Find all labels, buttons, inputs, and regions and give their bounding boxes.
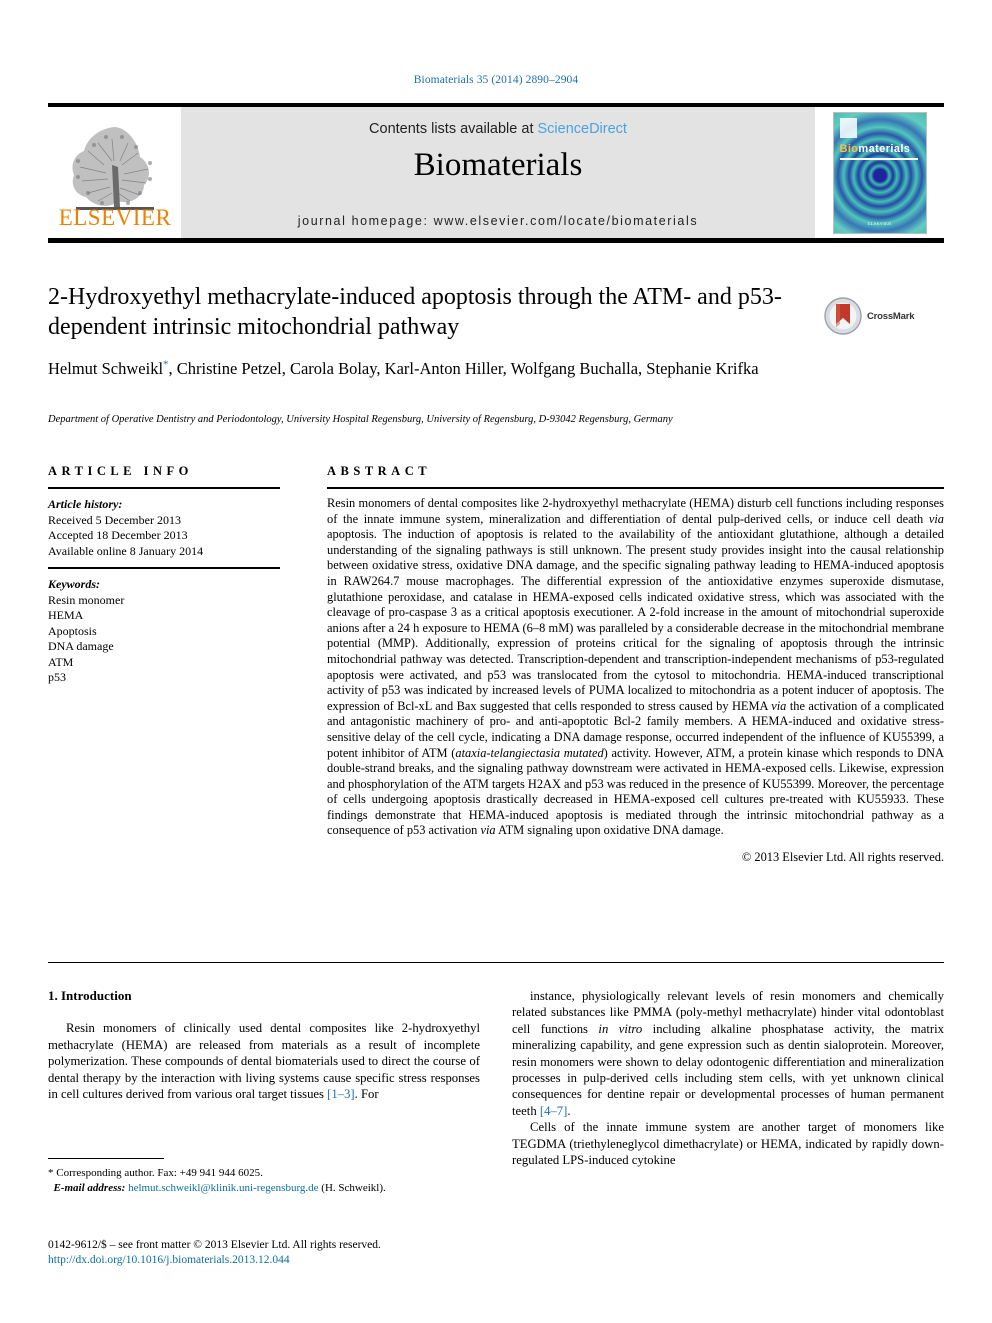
history-item: Accepted 18 December 2013	[48, 528, 188, 542]
abstract-text: Resin monomers of dental composites like…	[327, 496, 944, 839]
article-title: 2-Hydroxyethyl methacrylate-induced apop…	[48, 284, 782, 340]
journal-homepage-line[interactable]: journal homepage: www.elsevier.com/locat…	[181, 214, 815, 228]
publisher-logo-area: ELSEVIER	[48, 107, 181, 238]
text-run: apoptosis. The induction of apoptosis is…	[327, 527, 944, 713]
section-heading-introduction: 1. Introduction	[48, 988, 132, 1003]
email-owner: (H. Schweikl).	[321, 1181, 386, 1194]
article-info-column: ARTICLE INFO Article history: Received 5…	[48, 464, 288, 686]
cover-footer-text: ELSEVIER	[867, 221, 892, 227]
italic-run: in vitro	[598, 1021, 643, 1036]
contents-prefix: Contents lists available at	[369, 121, 534, 137]
text-run: .	[567, 1103, 571, 1118]
article-history-label: Article history:	[48, 497, 123, 511]
text-run: ATM signaling upon oxidative DNA damage.	[495, 823, 724, 838]
email-label: E-mail address:	[53, 1181, 126, 1194]
keyword-item: ATM	[48, 654, 74, 669]
doi-link[interactable]: http://dx.doi.org/10.1016/j.biomaterials…	[48, 1253, 518, 1268]
abstract-rule	[327, 487, 944, 489]
elsevier-wordmark: ELSEVIER	[58, 205, 172, 230]
journal-cover-thumbnail: Biomaterials ELSEVIER	[832, 111, 927, 234]
email-link[interactable]: helmut.schweikl@klinik.uni-regensburg.de	[128, 1182, 318, 1194]
author-names: Helmut Schweikl*, Christine Petzel, Caro…	[48, 358, 759, 378]
crossmark-badge[interactable]: CrossMark	[823, 292, 938, 340]
italic-run: via	[771, 698, 787, 713]
cover-publisher-mark	[839, 117, 857, 138]
citation-link[interactable]: [4–7]	[540, 1104, 567, 1118]
corresponding-author-footnote: * Corresponding author. Fax: +49 941 944…	[48, 1158, 480, 1195]
keyword-item: Apoptosis	[48, 623, 97, 638]
article-history-block: Article history: Received 5 December 201…	[48, 497, 288, 559]
keyword-item: HEMA	[48, 608, 84, 622]
abstract-bottom-rule	[48, 962, 944, 963]
italic-run: via	[928, 511, 944, 526]
text-run: . For	[354, 1087, 379, 1102]
intro-paragraph-right-1: instance, physiologically relevant level…	[512, 988, 944, 1119]
citation-link[interactable]: [1–3]	[327, 1087, 354, 1101]
italic-run: ataxia-telangiectasia mutated	[455, 745, 604, 760]
cover-title-materials: materials	[858, 142, 911, 155]
keyword-item: DNA damage	[48, 639, 114, 653]
corresponding-author-marker[interactable]: *	[163, 358, 169, 370]
journal-title: Biomaterials	[413, 147, 583, 183]
author-list: Helmut Schweikl*, Christine Petzel, Caro…	[48, 352, 838, 381]
cover-title-underline	[839, 157, 918, 160]
abstract-heading: ABSTRACT	[327, 464, 432, 478]
abstract-copyright: © 2013 Elsevier Ltd. All rights reserved…	[741, 850, 944, 865]
keywords-rule	[48, 567, 280, 569]
running-head: Biomaterials 35 (2014) 2890–2904	[413, 74, 579, 86]
keywords-block: Keywords: Resin monomer HEMA Apoptosis D…	[48, 577, 288, 686]
email-line: E-mail address: helmut.schweikl@klinik.u…	[48, 1181, 480, 1196]
banner-bottom-rule	[48, 238, 944, 243]
crossmark-icon	[824, 297, 862, 335]
history-item: Available online 8 January 2014	[48, 543, 204, 558]
article-info-heading: ARTICLE INFO	[48, 464, 193, 478]
paper-page: Biomaterials 35 (2014) 2890–2904 ELSEVIE…	[0, 0, 992, 1323]
text-run: Resin monomers of dental composites like…	[327, 496, 944, 526]
article-info-rule	[48, 487, 280, 489]
elsevier-tree-logo: ELSEVIER	[54, 111, 176, 233]
text-run: including alkaline phosphatase activity,…	[512, 1021, 944, 1118]
abstract-column: ABSTRACT Resin monomers of dental compos…	[327, 464, 944, 865]
history-item: Received 5 December 2013	[48, 512, 181, 527]
italic-run: via	[480, 823, 496, 838]
journal-cover-area: Biomaterials ELSEVIER	[815, 107, 944, 238]
body-right-column: instance, physiologically relevant level…	[512, 988, 944, 1168]
imprint-block: 0142-9612/$ – see front matter © 2013 El…	[48, 1238, 518, 1268]
keyword-item: p53	[48, 670, 66, 684]
cover-title-bio: Bio	[839, 142, 859, 155]
sciencedirect-link[interactable]: ScienceDirect	[538, 121, 627, 137]
intro-paragraph-right-2: Cells of the innate immune system are an…	[512, 1120, 944, 1168]
author-affiliation: Department of Operative Dentistry and Pe…	[48, 414, 673, 425]
keywords-label: Keywords:	[48, 577, 100, 591]
body-left-column: 1. Introduction Resin monomers of clinic…	[48, 988, 480, 1102]
intro-paragraph-left: Resin monomers of clinically used dental…	[48, 1020, 480, 1102]
crossmark-label: CrossMark	[867, 310, 915, 322]
issn-copyright-line: 0142-9612/$ – see front matter © 2013 El…	[48, 1239, 381, 1251]
text-run: Resin monomers of clinically used dental…	[48, 1021, 480, 1102]
keyword-item: Resin monomer	[48, 592, 125, 607]
corresponding-author-line: * Corresponding author. Fax: +49 941 944…	[48, 1167, 263, 1179]
contents-list-line: Contents lists available at ScienceDirec…	[181, 121, 815, 137]
footnote-rule	[48, 1158, 164, 1159]
cover-title: Biomaterials	[840, 143, 911, 155]
journal-banner-center: Contents lists available at ScienceDirec…	[181, 107, 815, 238]
journal-banner: ELSEVIER Contents lists available at Sci…	[48, 107, 944, 238]
